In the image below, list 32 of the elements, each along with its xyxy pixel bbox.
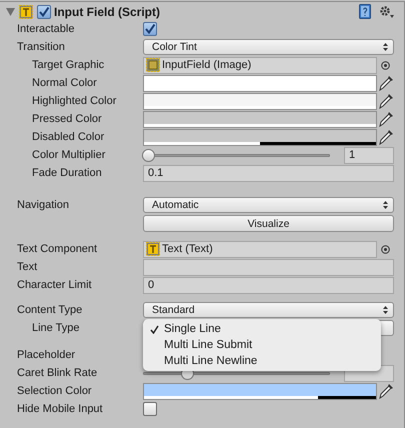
dropdown[interactable]: Color Tint <box>143 39 394 55</box>
menu-item[interactable]: Multi Line Submit <box>143 337 381 353</box>
field-label: Text Component <box>16 243 98 255</box>
object-field[interactable]: Text (Text) <box>143 240 377 258</box>
dropdown[interactable]: Automatic <box>143 197 394 213</box>
field-label: Pressed Color <box>31 113 103 125</box>
menu-item[interactable]: Multi Line Newline <box>143 353 381 369</box>
field-label: Caret Blink Rate <box>16 367 98 379</box>
field-label: Color Multiplier <box>31 149 106 161</box>
field-label: Target Graphic <box>31 59 106 71</box>
field-label: Selection Color <box>16 385 93 397</box>
field-label: Placeholder <box>16 349 76 361</box>
field-label: Content Type <box>16 304 84 316</box>
field-label: Transition <box>16 41 66 53</box>
field-label: Disabled Color <box>31 131 106 143</box>
number-field[interactable]: 1 <box>344 146 394 164</box>
field-label: Highlighted Color <box>31 95 118 107</box>
menu-item[interactable]: Single Line <box>143 321 381 337</box>
field-label: Normal Color <box>31 77 98 89</box>
object-field[interactable]: InputField (Image) <box>143 56 377 74</box>
visualize-button[interactable]: Visualize <box>143 215 394 232</box>
field-label: Line Type <box>31 322 81 334</box>
field-label: Character Limit <box>16 279 93 291</box>
field-label: Fade Duration <box>31 167 103 179</box>
field-label: Text <box>16 261 38 273</box>
field-label: Hide Mobile Input <box>16 403 104 415</box>
field-label: Navigation <box>16 199 70 211</box>
input-field[interactable]: 0 <box>143 276 394 294</box>
dropdown[interactable]: Standard <box>143 302 394 318</box>
input-field[interactable]: 0.1 <box>143 164 394 182</box>
component-title: Input Field (Script) <box>54 4 160 18</box>
field-label: Interactable <box>16 23 76 35</box>
